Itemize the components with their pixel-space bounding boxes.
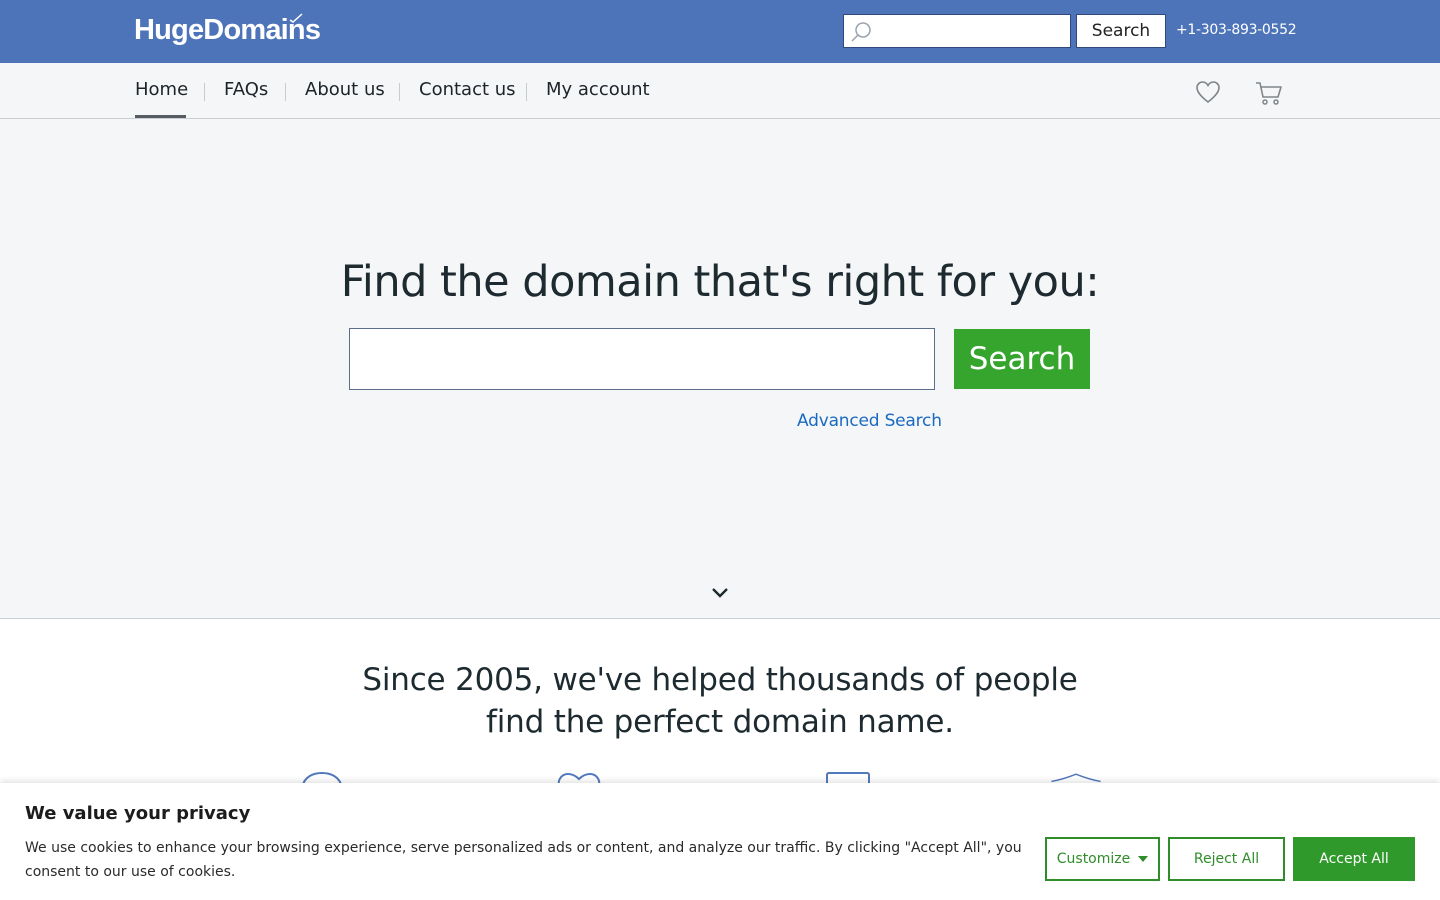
nav-item-faqs[interactable]: FAQs: [224, 79, 268, 100]
since-line-2: find the perfect domain name.: [486, 704, 954, 740]
since-heading: Since 2005, we've helped thousands of pe…: [0, 659, 1440, 743]
header-search-box[interactable]: [843, 14, 1071, 48]
nav-divider: [204, 83, 205, 101]
caret-down-icon: [1138, 856, 1149, 862]
main-nav: Home FAQs About us Contact us My account: [0, 63, 1440, 119]
cookie-banner: We value your privacy We use cookies to …: [0, 783, 1440, 900]
nav-item-contact[interactable]: Contact us: [419, 79, 516, 100]
domain-search-input[interactable]: [349, 328, 935, 390]
heart-icon[interactable]: [1195, 80, 1221, 104]
phone-number[interactable]: +1-303-893-0552: [1176, 22, 1297, 38]
hero-section: Find the domain that's right for you: Se…: [0, 119, 1440, 619]
nav-item-account[interactable]: My account: [546, 79, 650, 100]
cookie-text: We use cookies to enhance your browsing …: [25, 840, 1022, 880]
customize-label: Customize: [1056, 851, 1131, 867]
chevron-down-icon[interactable]: [710, 586, 730, 600]
cart-icon[interactable]: [1255, 80, 1283, 106]
nav-divider: [285, 83, 286, 101]
cookie-title: We value your privacy: [25, 803, 251, 824]
search-icon: [851, 22, 871, 42]
domain-search-button[interactable]: Search: [954, 329, 1090, 389]
nav-item-home[interactable]: Home: [135, 79, 188, 100]
reject-all-button[interactable]: Reject All: [1168, 837, 1285, 881]
nav-divider: [399, 83, 400, 101]
accept-all-button[interactable]: Accept All: [1293, 837, 1415, 881]
top-header: HugeDomains Search +1-303-893-0552: [0, 0, 1440, 63]
nav-item-about[interactable]: About us: [305, 79, 385, 100]
customize-button[interactable]: Customize: [1045, 837, 1160, 881]
header-search-input[interactable]: [876, 17, 1066, 45]
nav-divider: [526, 83, 527, 101]
header-search-button[interactable]: Search: [1076, 14, 1166, 48]
hero-title: Find the domain that's right for you:: [340, 257, 1100, 307]
active-tab-indicator: [135, 115, 186, 118]
advanced-search-link[interactable]: Advanced Search: [797, 411, 942, 431]
since-line-1: Since 2005, we've helped thousands of pe…: [362, 662, 1078, 698]
logo-check-icon: [289, 13, 303, 23]
